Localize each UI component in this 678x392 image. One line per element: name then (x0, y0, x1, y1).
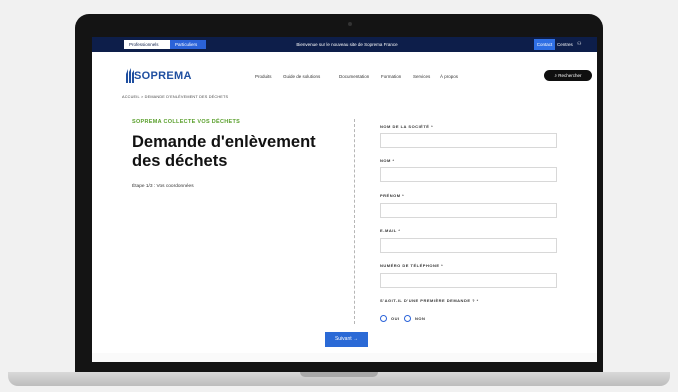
tab-particuliers[interactable]: Particuliers (170, 40, 206, 49)
browser-screen: Professionnels Particuliers Bienvenue su… (92, 37, 597, 362)
breadcrumb: ACCUEIL > DEMANDE D'ENLÈVEMENT DES DÉCHE… (122, 95, 229, 99)
first-request-label: S'AGIT-IL D'UNE PREMIÈRE DEMANDE ? * (380, 298, 479, 303)
nav-guide-solutions[interactable]: Guide de solutions (283, 74, 320, 79)
tab-professionnels[interactable]: Professionnels (124, 40, 170, 49)
company-field[interactable] (380, 133, 557, 148)
laptop-notch (300, 372, 378, 377)
company-label: NOM DE LA SOCIÉTÉ * (380, 124, 434, 129)
section-kicker: SOPREMA COLLECTE VOS DÉCHETS (132, 119, 241, 125)
soprema-logo[interactable]: SOPREMA (125, 67, 195, 83)
logo-text: SOPREMA (134, 70, 192, 82)
search-label: Rechercher (558, 73, 582, 78)
nav-documentation[interactable]: Documentation (339, 74, 369, 79)
name-field[interactable] (380, 167, 557, 182)
radio-yes[interactable] (380, 315, 387, 322)
column-divider (354, 119, 355, 324)
search-button[interactable]: ⌕ Rechercher (544, 70, 592, 81)
phone-field[interactable] (380, 273, 557, 288)
contact-button[interactable]: Contact (534, 39, 555, 50)
firstname-label: PRÉNOM * (380, 193, 405, 198)
camera-dot (348, 22, 352, 26)
nav-a-propos[interactable]: À propos (440, 74, 458, 79)
page-bottom (92, 353, 597, 362)
next-button[interactable]: Suivant → (325, 332, 368, 347)
step-indicator: Étape 1/3 : Vos coordonnées (132, 184, 194, 189)
welcome-message: Bienvenue sur le nouveau site de Soprema… (296, 42, 398, 47)
email-label: E-MAIL * (380, 228, 401, 233)
top-bar: Professionnels Particuliers Bienvenue su… (92, 37, 597, 52)
firstname-field[interactable] (380, 203, 557, 218)
email-field[interactable] (380, 238, 557, 253)
nav-produits[interactable]: Produits (255, 74, 272, 79)
radio-no[interactable] (404, 315, 411, 322)
page-title: Demande d'enlèvement des déchets (132, 133, 316, 170)
radio-no-label: NON (415, 316, 426, 321)
nav-services[interactable]: Services (413, 74, 430, 79)
user-icon[interactable]: ⚇ (577, 39, 581, 50)
centres-link[interactable]: Centres (557, 39, 575, 50)
phone-label: NUMÉRO DE TÉLÉPHONE * (380, 263, 444, 268)
name-label: NOM * (380, 158, 395, 163)
nav-formation[interactable]: Formation (381, 74, 401, 79)
radio-yes-label: OUI (391, 316, 400, 321)
